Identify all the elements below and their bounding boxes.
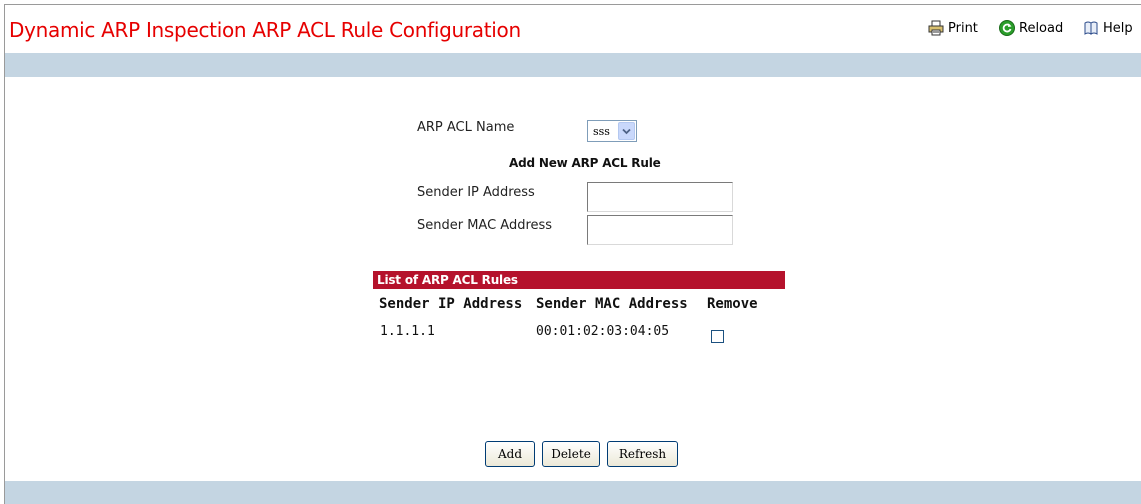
help-label: Help: [1103, 20, 1133, 36]
sender-ip-input[interactable]: [587, 182, 733, 212]
acl-name-select[interactable]: sss: [587, 120, 637, 142]
acl-name-label: ARP ACL Name: [417, 120, 515, 135]
print-button[interactable]: Print: [928, 20, 978, 36]
row-sender-mac: 00:01:02:03:04:05: [536, 324, 670, 339]
help-button[interactable]: Help: [1083, 20, 1133, 36]
column-header-sender-mac: Sender MAC Address: [536, 296, 688, 312]
page-title: Dynamic ARP Inspection ARP ACL Rule Conf…: [9, 18, 521, 42]
sender-mac-label: Sender MAC Address: [417, 218, 553, 233]
sender-ip-label: Sender IP Address: [417, 185, 535, 200]
chevron-down-icon[interactable]: [618, 122, 635, 140]
print-label: Print: [948, 20, 978, 36]
remove-checkbox[interactable]: [711, 330, 724, 343]
column-header-remove: Remove: [707, 296, 758, 312]
reload-label: Reload: [1019, 20, 1064, 36]
printer-icon: [928, 20, 944, 36]
column-header-sender-ip: Sender IP Address: [379, 296, 523, 312]
acl-name-value: sss: [593, 124, 610, 138]
reload-button[interactable]: Reload: [999, 20, 1063, 36]
rules-list-heading: List of ARP ACL Rules: [373, 271, 785, 289]
footer-band: [5, 481, 1141, 504]
reload-icon: [999, 20, 1015, 36]
add-rule-heading: Add New ARP ACL Rule: [509, 156, 661, 170]
header-band: [5, 53, 1141, 77]
delete-button[interactable]: Delete: [542, 441, 600, 467]
refresh-button[interactable]: Refresh: [607, 441, 678, 467]
help-book-icon: [1083, 20, 1099, 36]
add-button[interactable]: Add: [485, 441, 535, 467]
sender-mac-input[interactable]: [587, 215, 733, 245]
row-sender-ip: 1.1.1.1: [380, 324, 435, 339]
content-frame: [4, 4, 1141, 504]
